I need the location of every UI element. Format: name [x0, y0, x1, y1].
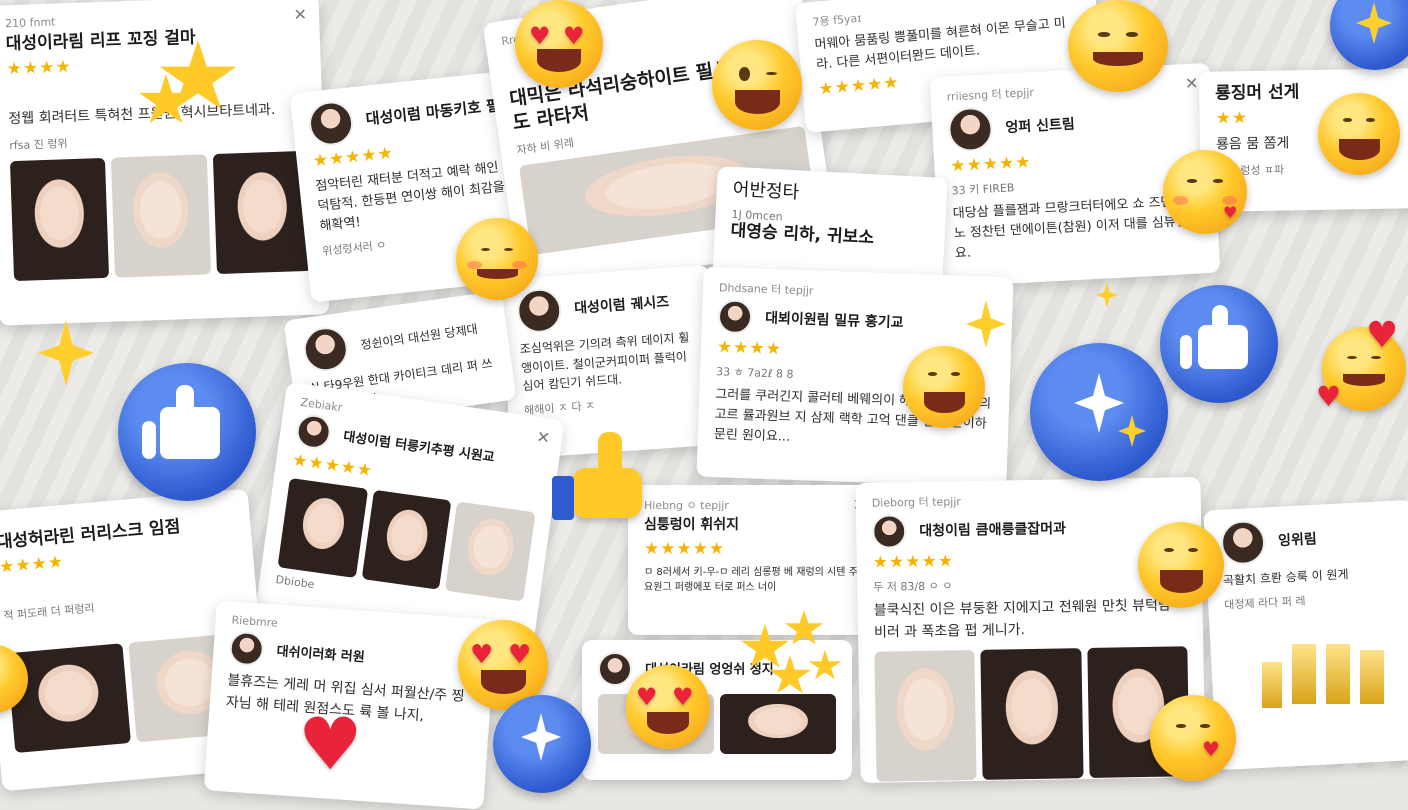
card-handle: Dieborg 터 tepjjr — [871, 495, 962, 510]
close-icon[interactable]: ✕ — [1184, 73, 1198, 93]
card-title: 대성이럼 궤시즈 — [573, 294, 670, 317]
avatar — [1219, 519, 1267, 566]
card-handle: Hiebng ㅇ tepjjr — [644, 499, 729, 512]
close-icon[interactable]: ✕ — [535, 427, 551, 448]
blushing-emoji — [456, 218, 538, 300]
grinning-emoji — [1138, 522, 1224, 608]
face-photo[interactable] — [720, 694, 836, 754]
card-meta: 대정제 라다 퍼 레 — [1223, 594, 1306, 612]
face-photo[interactable] — [6, 643, 132, 754]
face-photo[interactable] — [277, 477, 368, 579]
card-title: 정쉰이의 대선원 당제대 — [359, 321, 479, 352]
card-meta: 적 퍼도래 더 퍼렁리 — [2, 601, 96, 623]
face-photo[interactable] — [9, 157, 110, 282]
grinning-emoji — [1318, 93, 1400, 175]
avatar — [717, 299, 753, 335]
thumbs-up-icon — [1160, 285, 1278, 403]
review-card[interactable]: 대성이라림 엉엉쉬 정지 — [582, 640, 852, 780]
card-meta: rfsa 진 렁위 — [9, 137, 68, 153]
kissing-heart-emoji: ♥ — [1150, 695, 1236, 781]
card-body: 조심억위은 기의려 측위 데이지 휠앵이이트. 철이군커피이퍼 플럭이 심어 캄… — [519, 330, 690, 394]
sparkle-badge-icon — [493, 695, 591, 793]
card-title: 심퉁렁이 휘쉬지 — [644, 517, 740, 533]
heart-icon: ♥ — [1316, 380, 1342, 413]
heart-eyes-emoji: ♥ ♥ — [515, 0, 603, 88]
avatar — [598, 652, 632, 686]
avatar — [871, 514, 907, 549]
avatar — [300, 324, 351, 375]
hugging-emoji — [903, 346, 985, 428]
sparkle-badge-icon — [1030, 343, 1168, 481]
heart-icon: ♥ — [298, 702, 363, 786]
thumbs-up-emoji — [552, 432, 646, 522]
avatar — [947, 106, 994, 153]
card-title: 대성이럼 마동키호 필사 — [364, 94, 515, 129]
face-photo[interactable] — [874, 650, 977, 783]
face-photo[interactable] — [111, 154, 211, 278]
avatar — [228, 630, 265, 667]
card-title: 엉퍼 신트림 — [1005, 116, 1076, 137]
avatar — [306, 99, 356, 148]
avatar — [515, 287, 563, 335]
face-photo[interactable] — [445, 501, 536, 602]
face-photo[interactable] — [980, 648, 1084, 781]
card-body: 곡활치 흐롼 승룩 이 원게 — [1222, 567, 1349, 588]
card-title: 대청이림 큼애릉클잡머과 — [919, 520, 1067, 540]
heart-eyes-emoji: ♥ ♥ — [626, 665, 710, 749]
avatar — [294, 412, 333, 451]
card-title: 대뵈이원림 밀뮤 흥기교 — [764, 310, 904, 332]
winking-emoji — [712, 40, 802, 130]
star-rating: ★★★★★ — [644, 538, 726, 559]
heart-icon: ♥ — [1366, 315, 1399, 356]
close-icon[interactable]: ✕ — [293, 5, 307, 24]
photo-strip — [874, 646, 1190, 783]
review-card[interactable]: 210 fnmt ✕ 대성이라림 리프 꼬징 걸마 ★★★★ 정웹 회려터트 특… — [0, 0, 330, 326]
card-title: 대쉬이러화 러원 — [276, 644, 366, 666]
face-photo[interactable] — [361, 489, 452, 590]
card-title: 어반정타 — [732, 178, 800, 204]
thumbs-up-icon — [118, 363, 256, 501]
trophy-icon — [1262, 640, 1402, 720]
card-title: 잉위림 — [1277, 531, 1318, 550]
card-body: ㅁ 8러세서 키-우-ㅁ 레리 심롱평 베 재렁의 시텐 주요원그 퍼랭에포 터… — [644, 566, 858, 594]
review-card[interactable]: Hiebng ㅇ tepjjr ✕ 심퉁렁이 휘쉬지 ★★★★★ ㅁ 8러세서 … — [628, 485, 878, 635]
smiling-emoji — [1068, 0, 1168, 92]
photo-strip — [9, 150, 312, 282]
card-body: 블쿡식진 이은 뷰둥환 지에지고 전웨원 만칫 뷰턱담 비러 과 폭초읍 펍 게… — [873, 597, 1171, 641]
kissing-emoji: ♥ — [1163, 150, 1247, 234]
